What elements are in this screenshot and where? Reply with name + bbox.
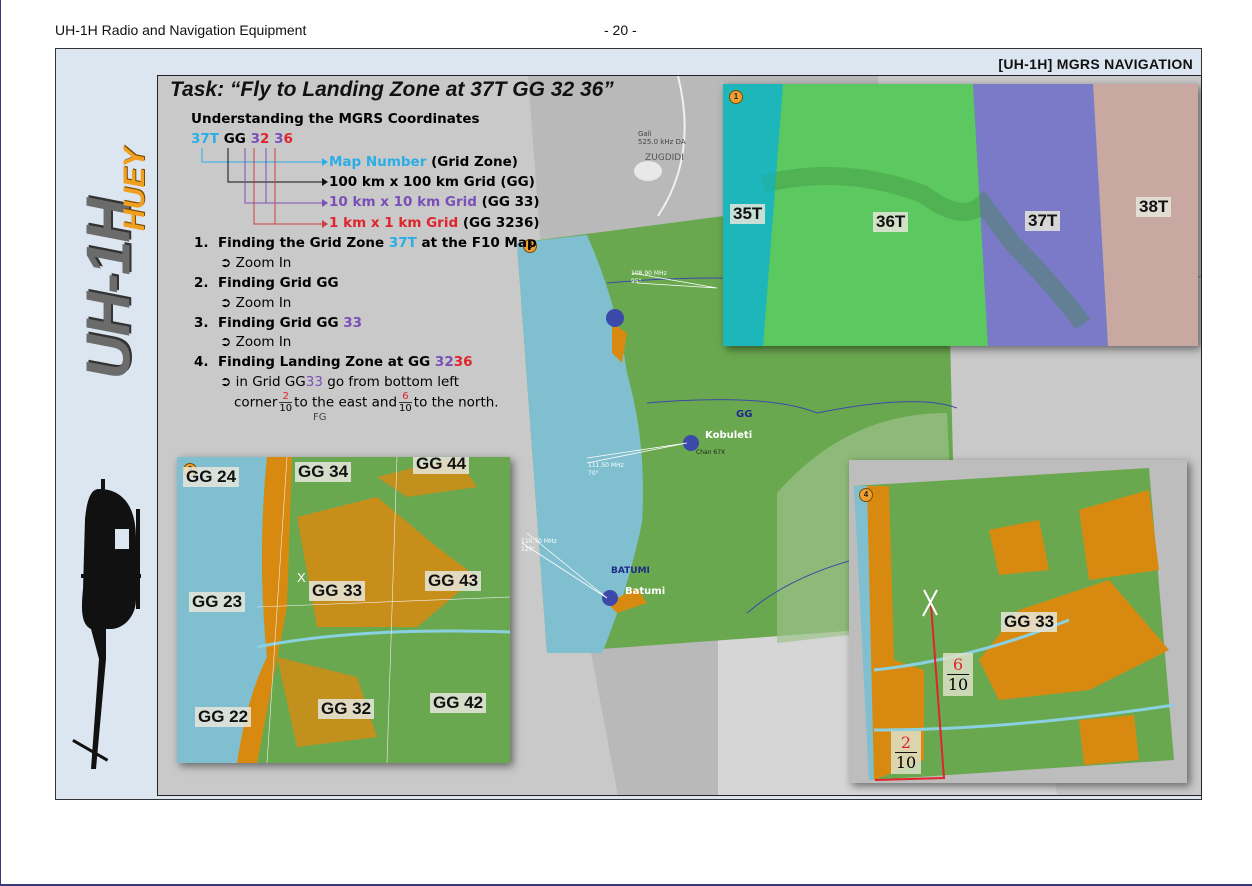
grid-label: GG 23 <box>189 592 246 612</box>
step-3-sub: ➲ Zoom In <box>220 334 292 350</box>
map-label-batumi: Batumi <box>625 586 666 597</box>
step-3: 3. Finding Grid GG 33 <box>194 315 363 331</box>
grid-label: GG 44 <box>413 457 470 474</box>
map-panel-4-1km-grid: 4 GG 33 6 10 2 10 <box>849 460 1187 783</box>
grid-label: GG 22 <box>195 707 252 727</box>
legend-10km: 10 km x 10 km Grid (GG 33) <box>329 194 540 210</box>
content-area: Gali 525.0 kHz DA ZUGDIDI FG LM 2 108.90… <box>157 75 1202 796</box>
zone-label-38t: 38T <box>1136 197 1172 217</box>
map-label-zugdidi: ZUGDIDI <box>645 153 684 163</box>
grid-label: GG 42 <box>430 693 487 713</box>
slide-frame: [UH-1H] MGRS NAVIGATION UH-1H HUEY Gali … <box>55 48 1202 800</box>
page-number: - 20 - <box>604 22 637 38</box>
map-panel-1-grid-zones: 1 35T 36T 37T 38T <box>723 84 1198 346</box>
map-label-gg: GG <box>736 409 753 420</box>
zone-label-35t: 35T <box>730 204 766 224</box>
fraction-east: 2 10 <box>891 731 921 774</box>
step-4-line2: corner 2 10 to the east and 6 10 to the north. <box>234 391 499 414</box>
grid-label: GG 32 <box>318 699 375 719</box>
grid-label-target: GG 33 <box>309 581 366 601</box>
grid-label: GG 43 <box>425 571 482 591</box>
helicopter-silhouette-icon <box>72 479 141 769</box>
fraction-north-inline: 6 10 <box>399 391 412 414</box>
legend-100km: 100 km x 100 km Grid (GG) <box>329 174 535 190</box>
map-panel-3-10km-grids: 3 GG 24 GG 34 GG 44 GG 23 GG 33 GG 43 GG… <box>177 457 510 763</box>
page-edge <box>0 0 1 886</box>
map-label-freq3-bearing: 120° <box>521 546 536 553</box>
map-label-freq2: 111.50 MHz <box>588 462 624 469</box>
task-title: Task: “Fly to Landing Zone at 37T GG 32 … <box>170 78 614 101</box>
panel-4-badge: 4 <box>859 488 873 502</box>
map-label-gali: Gali <box>638 130 652 138</box>
step-4-sub: ➲ in Grid GG33 go from bottom left <box>220 374 460 390</box>
huey-logo: UH-1H HUEY <box>56 109 156 419</box>
map-label-freq2-bearing: 70° <box>588 470 599 477</box>
step-1: 1. Finding the Grid Zone 37T at the F10 … <box>194 235 537 251</box>
grid-label-gg33: GG 33 <box>1001 612 1058 632</box>
fraction-east-inline: 2 10 <box>279 391 293 414</box>
coordinate-breakdown-arrows <box>201 148 328 228</box>
map-label-batumi-region: BATUMI <box>611 566 650 576</box>
map-label-kobuleti: Kobuleti <box>705 430 753 441</box>
document-title: UH-1H Radio and Navigation Equipment <box>55 22 307 38</box>
zone-label-37t: 37T <box>1025 211 1061 231</box>
grid-label: GG 24 <box>183 467 240 487</box>
map-label-freq3: 110.70 MHz <box>521 538 557 545</box>
grid-zone-map <box>723 84 1198 346</box>
logo-sub: HUEY <box>118 147 151 231</box>
map-label-freq1-bearing: 95° <box>631 278 642 285</box>
step-2-sub: ➲ Zoom In <box>220 295 292 311</box>
panel-1-badge: 1 <box>729 90 743 104</box>
map-label-kobuleti-tacan: Chan 67X <box>696 449 726 456</box>
step-1-sub: ➲ Zoom In <box>220 255 292 271</box>
legend-1km: 1 km x 1 km Grid (GG 3236) <box>329 215 540 231</box>
landing-zone-marker: X <box>297 570 306 585</box>
section-title: [UH-1H] MGRS NAVIGATION <box>998 56 1193 72</box>
grid-label: GG 34 <box>295 462 352 482</box>
step-2: 2. Finding Grid GG <box>194 275 339 291</box>
step-4: 4. Finding Landing Zone at GG 3236 <box>194 354 473 370</box>
mgrs-coordinate: 37T GG 32 36 <box>191 131 293 147</box>
zone-label-36t: 36T <box>873 212 909 232</box>
map-label-freq1: 108.90 MHz <box>631 270 667 277</box>
map-label-gali-freq: 525.0 kHz DA <box>638 138 686 146</box>
legend-grid-zone: Map Number (Grid Zone) <box>329 154 518 170</box>
fraction-north: 6 10 <box>943 653 973 696</box>
subtitle: Understanding the MGRS Coordinates <box>191 111 480 127</box>
